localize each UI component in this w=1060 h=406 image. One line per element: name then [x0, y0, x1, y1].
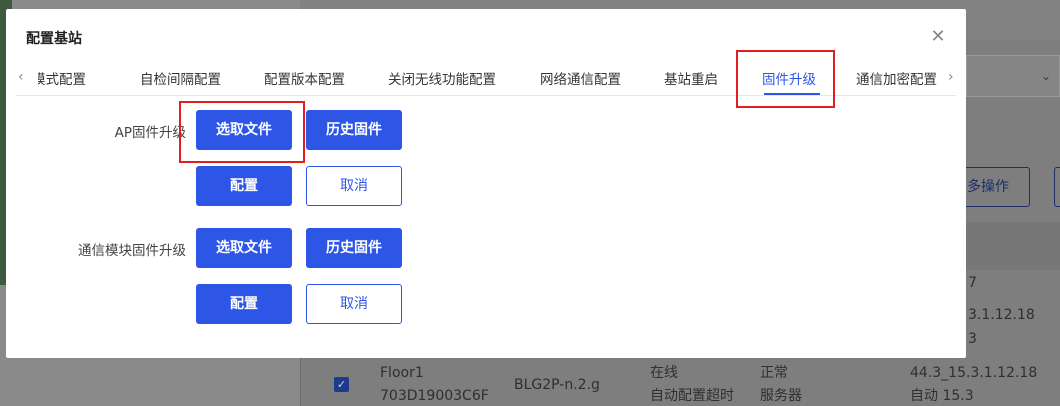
device-version: 44.3_15.3.1.12.18: [910, 365, 1038, 381]
comm-configure-button[interactable]: 配置: [196, 284, 292, 324]
tab-bar: ‹ 模式配置 自检间隔配置 配置版本配置 关闭无线功能配置 网络通信配置 基站重…: [16, 61, 956, 96]
tab-station-reboot[interactable]: 基站重启: [664, 68, 718, 88]
tab-comm-encryption[interactable]: 通信加密配置: [856, 68, 937, 88]
tab-config-version[interactable]: 配置版本配置: [264, 68, 345, 88]
device-mac: 703D19003C6F: [380, 388, 489, 404]
comm-cancel-button[interactable]: 取消: [306, 284, 402, 324]
configure-station-dialog: 配置基站 ✕ ‹ 模式配置 自检间隔配置 配置版本配置 关闭无线功能配置 网络通…: [6, 9, 966, 358]
tab-firmware-upgrade[interactable]: 固件升级: [762, 68, 816, 88]
tab-list: 模式配置 自检间隔配置 配置版本配置 关闭无线功能配置 网络通信配置 基站重启 …: [38, 61, 944, 96]
dialog-title: 配置基站: [26, 31, 82, 47]
tab-disable-wireless[interactable]: 关闭无线功能配置: [388, 68, 496, 88]
background-cell: 3: [968, 331, 977, 347]
device-state: 正常: [760, 365, 788, 381]
comm-history-firmware-button[interactable]: 历史固件: [306, 228, 402, 268]
device-model: BLG2P-n.2.g: [514, 377, 600, 393]
device-name: Floor1: [380, 365, 424, 381]
chevron-down-icon: ⌄: [1040, 69, 1051, 83]
ap-history-firmware-button[interactable]: 历史固件: [306, 110, 402, 150]
tab-network-comm[interactable]: 网络通信配置: [540, 68, 621, 88]
ap-firmware-label: AP固件升级: [114, 125, 186, 141]
close-icon[interactable]: ✕: [928, 27, 948, 47]
device-state-detail: 服务器: [760, 388, 802, 404]
background-button-partial: [1054, 167, 1060, 207]
device-version-detail: 自动 15.3: [910, 388, 974, 404]
device-status: 在线: [650, 365, 678, 381]
tab-mode-config[interactable]: 模式配置: [38, 68, 86, 88]
ap-configure-button[interactable]: 配置: [196, 166, 292, 206]
ap-select-file-button[interactable]: 选取文件: [196, 110, 292, 150]
row-checkbox: ✓: [334, 377, 349, 392]
comm-select-file-button[interactable]: 选取文件: [196, 228, 292, 268]
comm-module-firmware-label: 通信模块固件升级: [78, 243, 186, 259]
background-cell: 3.1.12.18: [968, 307, 1035, 323]
tab-scroll-right-icon[interactable]: ›: [948, 69, 954, 85]
ap-cancel-button[interactable]: 取消: [306, 166, 402, 206]
more-actions-button: 多操作: [956, 167, 1030, 207]
tab-scroll-left-icon[interactable]: ‹: [18, 69, 24, 85]
tab-selftest-interval[interactable]: 自检间隔配置: [140, 68, 221, 88]
device-status-detail: 自动配置超时: [650, 388, 734, 404]
background-select: ⌄: [966, 55, 1060, 97]
active-tab-indicator: [764, 93, 820, 95]
background-cell: 7: [968, 275, 977, 291]
